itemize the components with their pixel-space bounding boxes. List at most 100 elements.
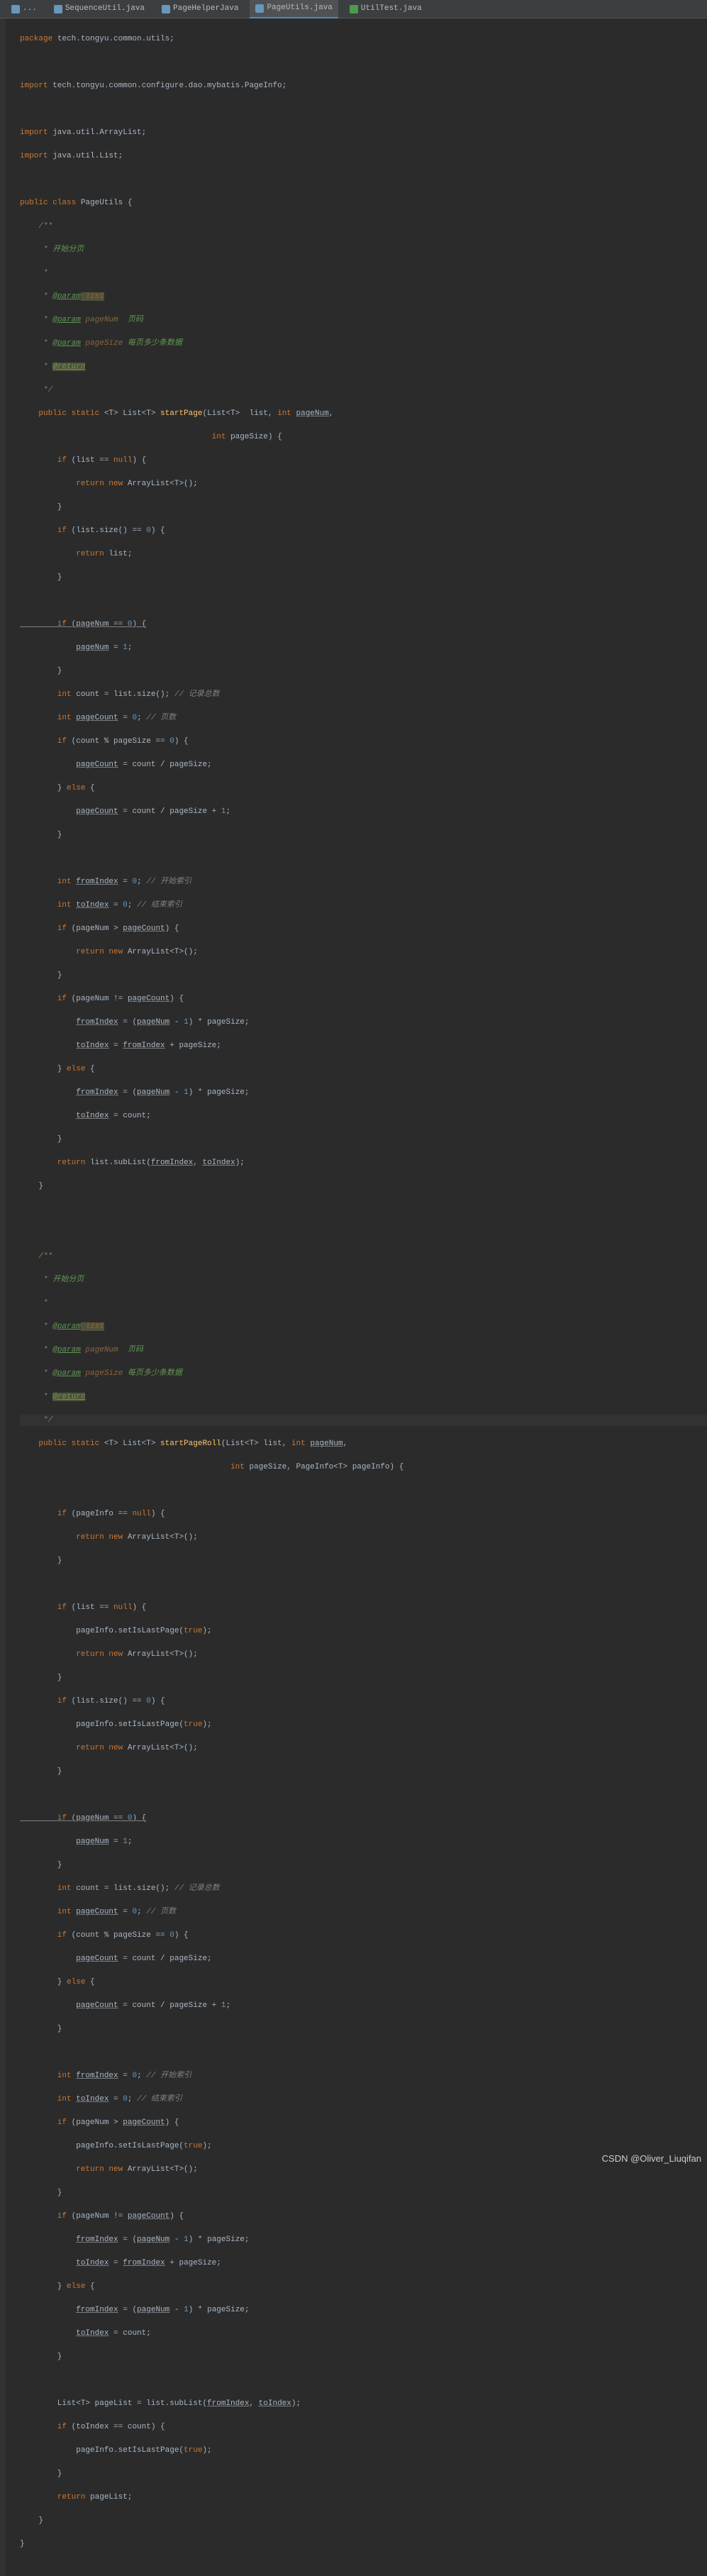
java-icon: [162, 5, 170, 13]
keyword: int: [212, 433, 230, 441]
keyword: if: [20, 2423, 72, 2431]
comment: // 页数: [146, 714, 176, 722]
keyword: if: [20, 1814, 72, 1823]
keyword: else: [67, 1065, 90, 1073]
keyword: return new: [20, 480, 128, 488]
number: 0: [169, 1931, 174, 1940]
code-text: ArrayList<T>();: [128, 948, 198, 956]
brace: }: [20, 2353, 62, 2361]
javadoc: *: [20, 363, 52, 371]
keyword: if: [20, 1603, 72, 1612]
code-text: + pageSize;: [165, 2259, 221, 2267]
tab-utiltest[interactable]: UtilTest.java: [344, 0, 428, 18]
code-text: (pageNum >: [72, 924, 123, 933]
keyword: return new: [20, 1533, 128, 1542]
javadoc: *: [20, 1299, 48, 1308]
var-name: toIndex: [76, 2329, 108, 2338]
brace: }: [20, 1861, 62, 1869]
brace: ) {: [132, 1603, 146, 1612]
code-text: (count % pageSize ==: [72, 1931, 170, 1940]
keyword: else: [67, 1978, 90, 1986]
comma: ,: [193, 1159, 202, 1167]
keyword: if: [20, 1697, 72, 1706]
number: 0: [123, 901, 128, 910]
keyword: int: [20, 901, 76, 910]
number: 1: [123, 1837, 128, 1846]
javadoc: *: [20, 269, 48, 277]
keyword: return new: [20, 1744, 128, 1752]
brace: {: [90, 1065, 95, 1073]
keyword: true: [184, 1720, 202, 1729]
java-icon: [11, 5, 20, 13]
method-name: startPage: [160, 409, 202, 418]
var-name: toIndex: [76, 901, 108, 910]
var-name: toIndex: [259, 2399, 291, 2408]
indent: [20, 1018, 76, 1027]
indent: [20, 433, 212, 441]
code-text: count = list.size();: [76, 1884, 174, 1893]
param-name: pageNum: [296, 409, 329, 418]
semi: );: [202, 2142, 211, 2150]
keyword: if: [20, 2118, 72, 2127]
semi: ;: [128, 901, 137, 910]
brace: }: [20, 2516, 43, 2525]
code-text: ArrayList<T>();: [128, 480, 198, 488]
tab-pageutils[interactable]: PageUtils.java: [250, 0, 338, 18]
code-content[interactable]: package tech.tongyu.common.utils; import…: [20, 21, 707, 2562]
keyword: int: [277, 409, 296, 418]
keyword: return new: [20, 2165, 128, 2174]
op: =: [108, 1041, 123, 1050]
op: -: [169, 1088, 184, 1097]
indent: [20, 1463, 230, 1471]
indent: [20, 1955, 76, 1963]
code-text: ) * pageSize;: [189, 1018, 250, 1027]
keyword: import: [20, 128, 48, 137]
code-text: (toIndex == count) {: [72, 2423, 165, 2431]
javadoc-tag: @param: [52, 316, 81, 324]
comment: // 开始索引: [146, 2072, 191, 2080]
op: = (: [118, 2306, 137, 2314]
code-text: pageList;: [90, 2493, 132, 2502]
package-name: tech.tongyu.common.utils;: [52, 35, 174, 43]
op: =: [118, 878, 133, 886]
op: =: [118, 2072, 133, 2080]
op: -: [169, 2306, 184, 2314]
indent: [20, 2329, 76, 2338]
code-editor[interactable]: package tech.tongyu.common.utils; import…: [0, 18, 707, 2576]
keyword: int: [20, 714, 76, 722]
editor-tabs: ... SequenceUtil.java PageHelperJava Pag…: [0, 0, 707, 18]
tab-1[interactable]: ...: [6, 0, 43, 18]
comma: ,: [329, 409, 334, 418]
tab-pagehelper[interactable]: PageHelperJava: [156, 0, 244, 18]
code-text: (list.size() ==: [72, 526, 147, 535]
var-name: pageCount: [128, 2212, 169, 2221]
indent: [20, 1041, 76, 1050]
code-text: );: [291, 2399, 301, 2408]
comment: // 开始索引: [146, 878, 191, 886]
var-name: pageNum: [137, 2306, 169, 2314]
keyword: import: [20, 152, 48, 160]
keyword: return: [20, 550, 108, 558]
tab-label: SequenceUtil.java: [65, 3, 145, 15]
brace: }: [20, 1065, 67, 1073]
tab-sequenceutil[interactable]: SequenceUtil.java: [48, 0, 150, 18]
code-text: ) * pageSize;: [189, 1088, 250, 1097]
semi: ;: [128, 643, 133, 652]
var-name: toIndex: [76, 1041, 108, 1050]
keyword: int: [230, 1463, 249, 1471]
gutter: [0, 18, 6, 2576]
code-text: (pageNum !=: [72, 995, 128, 1003]
keyword: if: [20, 995, 72, 1003]
brace: }: [20, 667, 62, 675]
javadoc-tag: @return: [52, 1393, 85, 1401]
var-name: fromIndex: [76, 2235, 118, 2244]
javadoc: *: [20, 1346, 52, 1354]
keyword: int: [20, 2095, 76, 2104]
javadoc-tag: @param: [52, 1369, 81, 1378]
keyword: return new: [20, 948, 128, 956]
javadoc: *: [20, 316, 52, 324]
params: (List<T> list,: [221, 1439, 291, 1448]
semi: );: [202, 1720, 211, 1729]
number: 1: [184, 2306, 189, 2314]
indent: [20, 643, 76, 652]
